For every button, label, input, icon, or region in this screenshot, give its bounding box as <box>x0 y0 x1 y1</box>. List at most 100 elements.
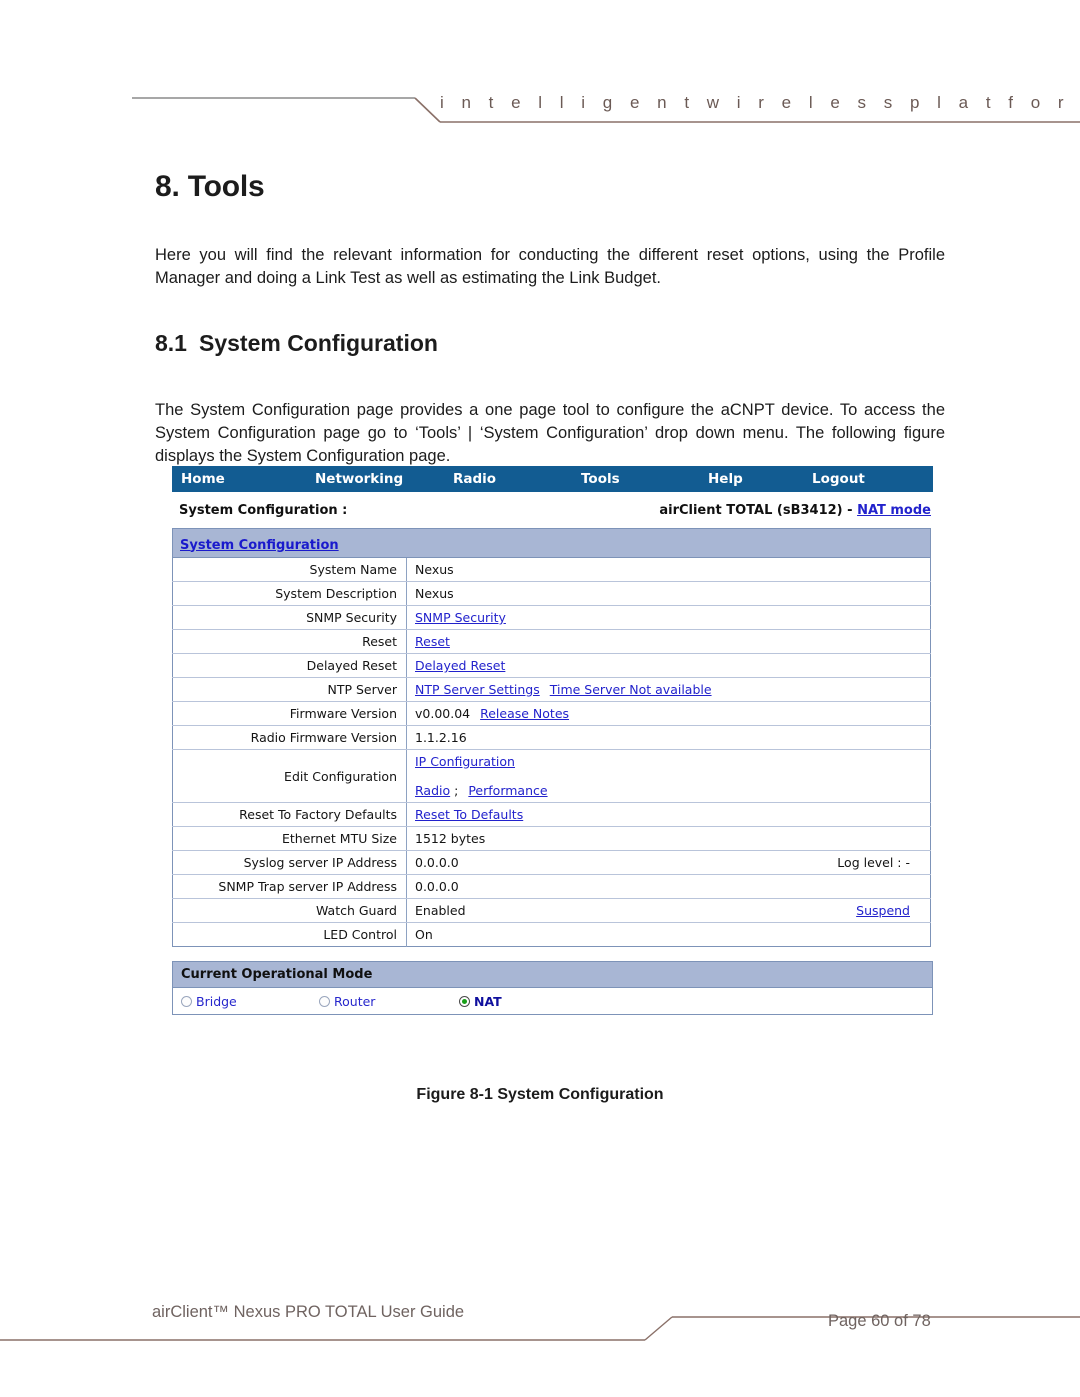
radio-option-nat[interactable]: NAT <box>459 994 502 1009</box>
delayed-reset-link[interactable]: Delayed Reset <box>415 658 505 673</box>
row-label: Watch Guard <box>172 898 407 923</box>
section-heading: 8.1 System Configuration <box>155 330 945 357</box>
operational-mode-header: Current Operational Mode <box>173 962 932 988</box>
row-label: Delayed Reset <box>172 653 407 678</box>
table-row: Reset Reset <box>172 629 931 654</box>
page-title-bar: System Configuration : airClient TOTAL (… <box>172 492 933 528</box>
log-level-value: Log level : - <box>837 855 910 870</box>
table-row: Radio Firmware Version 1.1.2.16 <box>172 725 931 750</box>
radio-button-icon[interactable] <box>319 995 330 1007</box>
nav-item-tools[interactable]: Tools <box>581 471 708 487</box>
radio-button-icon[interactable] <box>181 995 192 1007</box>
row-label: SNMP Security <box>172 605 407 630</box>
radio-option-router[interactable]: Router <box>319 994 459 1009</box>
nat-mode-link[interactable]: NAT mode <box>857 503 931 518</box>
radio-config-link[interactable]: Radio <box>415 783 450 798</box>
section-paragraph: The System Configuration page provides a… <box>155 401 945 465</box>
header-rule-graphic <box>132 97 1080 123</box>
firmware-version-value: v0.00.04 <box>415 706 471 721</box>
row-label: NTP Server <box>172 677 407 702</box>
nav-item-radio[interactable]: Radio <box>453 471 581 487</box>
ip-configuration-link[interactable]: IP Configuration <box>415 754 515 769</box>
table-row: LED Control On <box>172 922 931 947</box>
row-value: Nexus <box>406 581 931 606</box>
edit-config-line-1: IP Configuration <box>415 754 922 769</box>
row-value: Nexus <box>406 557 931 582</box>
system-configuration-table: System Configuration System Name Nexus S… <box>172 528 931 947</box>
section-number: 8.1 <box>155 330 187 356</box>
row-value: IP Configuration Radio ; Performance <box>406 749 931 803</box>
current-operational-mode-panel: Current Operational Mode Bridge Router N… <box>172 961 933 1015</box>
radio-label-nat: NAT <box>474 993 502 1009</box>
table-row: Delayed Reset Delayed Reset <box>172 653 931 678</box>
table-row: Firmware Version v0.00.04 Release Notes <box>172 701 931 726</box>
operational-mode-options: Bridge Router NAT <box>173 988 932 1014</box>
row-label: SNMP Trap server IP Address <box>172 874 407 899</box>
row-value: 0.0.0.0 <box>406 874 931 899</box>
row-value: On <box>415 927 433 942</box>
row-label: Reset To Factory Defaults <box>172 802 407 827</box>
nav-item-help[interactable]: Help <box>708 471 812 487</box>
row-value: Reset To Defaults <box>406 802 931 827</box>
row-label: Reset <box>172 629 407 654</box>
release-notes-link[interactable]: Release Notes <box>480 706 569 721</box>
nav-item-logout[interactable]: Logout <box>812 471 912 487</box>
syslog-row-content: 0.0.0.0 Log level : - <box>415 855 922 870</box>
page-title: System Configuration : <box>179 502 348 518</box>
table-row: Syslog server IP Address 0.0.0.0 Log lev… <box>172 850 931 875</box>
device-identity: airClient TOTAL (sB3412) - NAT mode <box>659 503 931 518</box>
figure-caption: Figure 8-1 System Configuration <box>416 1086 664 1103</box>
row-value: Enabled Suspend <box>406 898 931 923</box>
device-name: airClient TOTAL (sB3412) - <box>659 502 853 518</box>
footer-page-number: Page 60 of 78 <box>828 1312 931 1330</box>
radio-option-bridge[interactable]: Bridge <box>181 994 319 1009</box>
table-row: SNMP Security SNMP Security <box>172 605 931 630</box>
nav-item-networking[interactable]: Networking <box>315 471 453 487</box>
row-label: Syslog server IP Address <box>172 850 407 875</box>
chapter-title: 8. Tools <box>155 170 265 203</box>
table-row: Edit Configuration IP Configuration Radi… <box>172 749 931 803</box>
table-header-row: System Configuration <box>172 528 931 558</box>
syslog-ip-value: 0.0.0.0 <box>415 855 459 870</box>
document-body: 8. Tools Here you will find the relevant… <box>155 170 945 468</box>
radio-label-bridge: Bridge <box>196 993 237 1009</box>
row-label: System Name <box>172 557 407 582</box>
link-separator: ; <box>454 783 459 798</box>
row-label: LED Control <box>172 922 407 947</box>
row-label: System Description <box>172 581 407 606</box>
header-tagline: i n t e l l i g e n t w i r e l e s s p … <box>440 93 1080 112</box>
main-navigation-bar: Home Networking Radio Tools Help Logout <box>172 466 933 492</box>
radio-label-router: Router <box>334 993 376 1009</box>
row-label: Radio Firmware Version <box>172 725 407 750</box>
row-value: Reset <box>406 629 931 654</box>
suspend-link[interactable]: Suspend <box>856 903 922 918</box>
row-value: NTP Server Settings Time Server Not avail… <box>406 677 931 702</box>
ntp-server-settings-link[interactable]: NTP Server Settings <box>415 682 540 697</box>
section-title: System Configuration <box>198 330 438 356</box>
system-configuration-header-link[interactable]: System Configuration <box>180 538 339 553</box>
system-configuration-screenshot: Home Networking Radio Tools Help Logout … <box>172 466 933 1015</box>
reset-to-defaults-link[interactable]: Reset To Defaults <box>415 807 523 822</box>
watch-guard-row-content: Enabled Suspend <box>415 903 922 918</box>
row-label: Ethernet MTU Size <box>172 826 407 851</box>
table-header-cell: System Configuration <box>172 528 931 558</box>
row-value: v0.00.04 Release Notes <box>406 701 931 726</box>
performance-config-link[interactable]: Performance <box>468 783 547 798</box>
snmp-security-link[interactable]: SNMP Security <box>415 610 506 625</box>
footer-document-title: airClient™ Nexus PRO TOTAL User Guide <box>152 1303 465 1321</box>
table-row: System Description Nexus <box>172 581 931 606</box>
row-value: SNMP Security <box>406 605 931 630</box>
page-header: i n t e l l i g e n t w i r e l e s s p … <box>0 0 1080 150</box>
intro-paragraph: Here you will find the relevant informat… <box>155 246 945 287</box>
table-row: NTP Server NTP Server Settings Time Serve… <box>172 677 931 702</box>
nav-item-home[interactable]: Home <box>181 471 315 487</box>
row-value: 0.0.0.0 Log level : - <box>406 850 931 875</box>
table-row: Watch Guard Enabled Suspend <box>172 898 931 923</box>
row-label: Edit Configuration <box>172 749 407 803</box>
reset-link[interactable]: Reset <box>415 634 450 649</box>
watch-guard-status: Enabled <box>415 903 466 918</box>
row-value: 1.1.2.16 <box>406 725 931 750</box>
table-row: SNMP Trap server IP Address 0.0.0.0 <box>172 874 931 899</box>
radio-button-selected-icon[interactable] <box>459 995 470 1007</box>
time-server-status-link[interactable]: Time Server Not available <box>550 682 712 697</box>
